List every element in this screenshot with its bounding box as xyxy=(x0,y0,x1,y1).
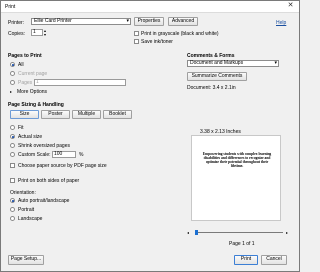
shrink-label: Shrink oversized pages xyxy=(18,143,70,149)
custom-scale-value: 100 xyxy=(54,151,63,157)
duplex-label: Print on both sides of paper xyxy=(18,178,80,184)
landscape-label: Landscape xyxy=(18,216,43,222)
card-preview: Empowering students with complex learnin… xyxy=(202,146,272,198)
page-sizing-heading: Page Sizing & Handling xyxy=(8,102,64,108)
dropdown-arrow-icon: ▾ xyxy=(126,18,129,24)
duplex-checkbox[interactable] xyxy=(10,178,15,183)
paper-source-checkbox[interactable] xyxy=(10,163,15,168)
pages-radio[interactable] xyxy=(10,80,15,85)
help-link[interactable]: Help xyxy=(276,20,286,26)
grayscale-checkbox[interactable] xyxy=(134,31,139,36)
comments-forms-value: Document and Markups xyxy=(190,60,244,66)
more-options-toggle[interactable]: More Options xyxy=(17,89,47,95)
print-button[interactable]: Print xyxy=(234,255,258,265)
current-page-radio[interactable] xyxy=(10,71,15,76)
grayscale-label: Print in grayscale (black and white) xyxy=(141,31,219,37)
all-pages-radio[interactable] xyxy=(10,62,15,67)
custom-scale-label: Custom Scale: xyxy=(18,152,51,158)
dropdown-arrow-icon: ▾ xyxy=(274,60,277,66)
comments-forms-heading: Comments & Forms xyxy=(187,53,235,59)
summarize-comments-button[interactable]: Summarize Comments xyxy=(187,72,247,81)
slider-left-icon[interactable]: ◂ xyxy=(187,230,189,235)
fit-label: Fit xyxy=(18,125,24,131)
printer-select-value: Ellie Card Printer xyxy=(34,18,72,24)
pages-to-print-heading: Pages to Print xyxy=(8,53,42,59)
printer-select[interactable]: Ellie Card Printer ▾ xyxy=(31,18,131,25)
landscape-radio[interactable] xyxy=(10,216,15,221)
portrait-radio[interactable] xyxy=(10,207,15,212)
tab-size[interactable]: Size xyxy=(10,110,39,119)
orientation-heading: Orientation: xyxy=(10,190,36,196)
copies-input[interactable]: 1 xyxy=(31,29,43,36)
save-ink-checkbox[interactable] xyxy=(134,39,139,44)
pages-label: Pages xyxy=(18,80,33,86)
actual-size-label: Actual size xyxy=(18,134,43,140)
window-title: Print xyxy=(5,4,16,10)
page-indicator: Page 1 of 1 xyxy=(229,241,255,247)
cancel-button[interactable]: Cancel xyxy=(261,255,287,265)
card-text: Empowering students with complex learnin… xyxy=(202,152,272,168)
fit-radio[interactable] xyxy=(10,125,15,130)
portrait-label: Portrait xyxy=(18,207,35,213)
comments-forms-select[interactable]: Document and Markups ▾ xyxy=(187,60,279,67)
tab-multiple[interactable]: Multiple xyxy=(72,110,101,119)
slider-thumb-icon[interactable] xyxy=(195,230,198,235)
expand-arrow-icon[interactable]: ▸ xyxy=(10,89,12,94)
copies-value: 1 xyxy=(33,29,36,35)
close-icon[interactable]: ✕ xyxy=(285,2,296,10)
tab-poster[interactable]: Poster xyxy=(41,110,70,119)
advanced-button[interactable]: Advanced xyxy=(168,17,198,26)
pages-range-input[interactable]: 1 xyxy=(34,79,126,86)
title-bar: Print ✕ xyxy=(1,1,299,13)
print-dialog: Print ✕ Printer: Ellie Card Printer ▾ Pr… xyxy=(0,0,300,272)
auto-orientation-radio[interactable] xyxy=(10,198,15,203)
percent-label: % xyxy=(79,152,84,158)
custom-scale-radio[interactable] xyxy=(10,152,15,157)
auto-orientation-label: Auto portrait/landscape xyxy=(18,198,70,204)
actual-size-radio[interactable] xyxy=(10,134,15,139)
custom-scale-input[interactable]: 100 xyxy=(52,151,76,158)
properties-button[interactable]: Properties xyxy=(134,17,164,26)
tab-booklet[interactable]: Booklet xyxy=(103,110,132,119)
shrink-radio[interactable] xyxy=(10,143,15,148)
page-setup-button[interactable]: Page Setup... xyxy=(8,255,44,265)
page-slider[interactable] xyxy=(195,232,283,233)
printer-label: Printer: xyxy=(8,20,25,26)
current-page-label: Current page xyxy=(18,71,48,77)
pages-range-value: 1 xyxy=(36,79,39,85)
preview-pane: Empowering students with complex learnin… xyxy=(191,135,281,221)
all-pages-label: All xyxy=(18,62,24,68)
save-ink-label: Save ink/toner xyxy=(141,39,173,45)
paper-source-label: Choose paper source by PDF page size xyxy=(18,163,107,169)
document-size: Document: 3.4 x 2.1in xyxy=(187,85,236,91)
copies-spinner-icon[interactable]: ▴ ▾ xyxy=(44,29,46,37)
copies-label: Copies: xyxy=(8,31,25,37)
slider-right-icon[interactable]: ▸ xyxy=(286,230,288,235)
